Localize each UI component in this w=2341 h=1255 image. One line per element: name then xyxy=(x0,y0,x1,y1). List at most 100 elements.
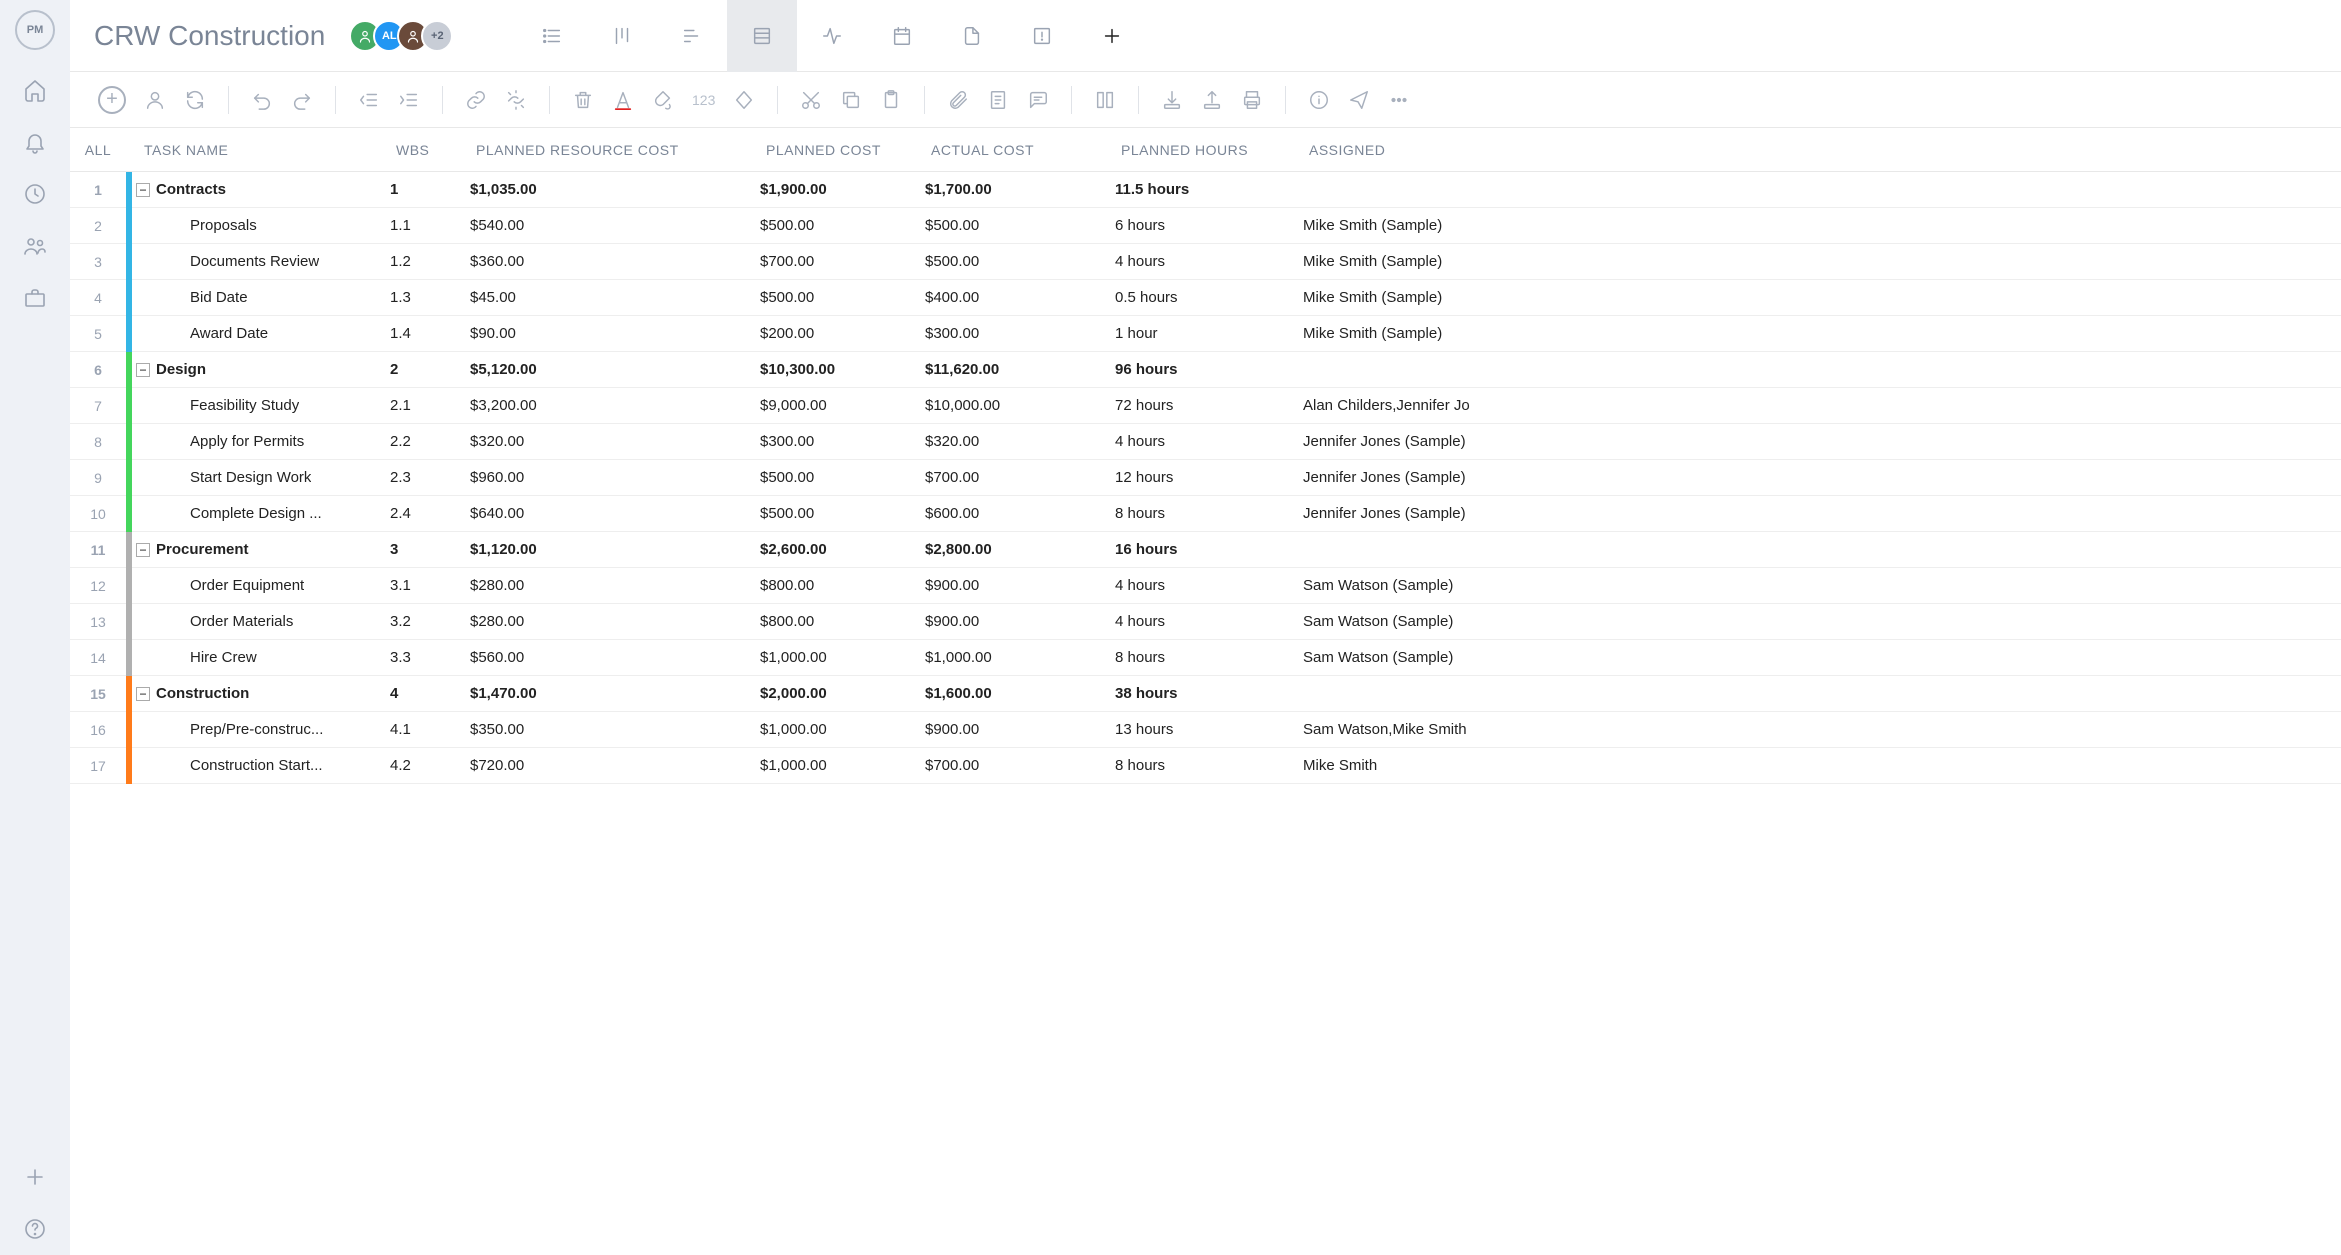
board-view-tab[interactable] xyxy=(587,0,657,72)
task-name-cell[interactable]: Order Equipment xyxy=(132,577,390,594)
info-icon[interactable] xyxy=(1308,89,1330,111)
row-number[interactable]: 3 xyxy=(70,254,126,270)
cut-icon[interactable] xyxy=(800,89,822,111)
cell-assigned[interactable]: Jennifer Jones (Sample) xyxy=(1299,469,2341,486)
task-row[interactable]: 15−Construction4$1,470.00$2,000.00$1,600… xyxy=(70,676,2341,712)
cell-ac[interactable]: $600.00 xyxy=(925,505,1115,522)
cell-pc[interactable]: $800.00 xyxy=(760,613,925,630)
cell-ph[interactable]: 0.5 hours xyxy=(1115,289,1299,306)
cell-ph[interactable]: 11.5 hours xyxy=(1115,181,1299,198)
col-task-name[interactable]: TASK NAME xyxy=(132,142,396,158)
files-view-tab[interactable] xyxy=(937,0,1007,72)
cell-ph[interactable]: 96 hours xyxy=(1115,361,1299,378)
cell-pc[interactable]: $200.00 xyxy=(760,325,925,342)
cell-wbs[interactable]: 1.3 xyxy=(390,289,470,306)
cell-ac[interactable]: $900.00 xyxy=(925,721,1115,738)
cell-ac[interactable]: $1,000.00 xyxy=(925,649,1115,666)
task-name-cell[interactable]: Start Design Work xyxy=(132,469,390,486)
people-icon[interactable] xyxy=(23,234,47,258)
home-icon[interactable] xyxy=(23,78,47,102)
cell-ph[interactable]: 72 hours xyxy=(1115,397,1299,414)
row-number[interactable]: 4 xyxy=(70,290,126,306)
row-number[interactable]: 12 xyxy=(70,578,126,594)
task-name-cell[interactable]: Documents Review xyxy=(132,253,390,270)
task-name-cell[interactable]: Bid Date xyxy=(132,289,390,306)
print-icon[interactable] xyxy=(1241,89,1263,111)
cell-pc[interactable]: $1,000.00 xyxy=(760,757,925,774)
cell-wbs[interactable]: 2.3 xyxy=(390,469,470,486)
row-number[interactable]: 10 xyxy=(70,506,126,522)
cell-prc[interactable]: $1,120.00 xyxy=(470,541,760,558)
row-number[interactable]: 15 xyxy=(70,686,126,702)
text-style-icon[interactable] xyxy=(612,89,634,111)
row-number[interactable]: 7 xyxy=(70,398,126,414)
redo-icon[interactable] xyxy=(291,89,313,111)
cell-prc[interactable]: $540.00 xyxy=(470,217,760,234)
row-number[interactable]: 16 xyxy=(70,722,126,738)
row-number[interactable]: 13 xyxy=(70,614,126,630)
numbers-button[interactable]: 123 xyxy=(692,92,715,108)
cell-pc[interactable]: $300.00 xyxy=(760,433,925,450)
cell-wbs[interactable]: 2.4 xyxy=(390,505,470,522)
cell-ph[interactable]: 12 hours xyxy=(1115,469,1299,486)
cell-assigned[interactable]: Jennifer Jones (Sample) xyxy=(1299,505,2341,522)
row-number[interactable]: 17 xyxy=(70,758,126,774)
briefcase-icon[interactable] xyxy=(23,286,47,310)
bell-icon[interactable] xyxy=(23,130,47,154)
cell-prc[interactable]: $320.00 xyxy=(470,433,760,450)
import-icon[interactable] xyxy=(1161,89,1183,111)
row-number[interactable]: 1 xyxy=(70,182,126,198)
col-wbs[interactable]: WBS xyxy=(396,142,476,158)
add-view-tab[interactable] xyxy=(1077,0,1147,72)
task-row[interactable]: 8Apply for Permits2.2$320.00$300.00$320.… xyxy=(70,424,2341,460)
col-planned-cost[interactable]: PLANNED COST xyxy=(766,142,931,158)
cell-ac[interactable]: $700.00 xyxy=(925,469,1115,486)
task-name-cell[interactable]: Hire Crew xyxy=(132,649,390,666)
add-task-button[interactable]: + xyxy=(98,86,126,114)
cell-prc[interactable]: $350.00 xyxy=(470,721,760,738)
row-number[interactable]: 5 xyxy=(70,326,126,342)
list-view-tab[interactable] xyxy=(517,0,587,72)
cell-ac[interactable]: $900.00 xyxy=(925,613,1115,630)
row-number[interactable]: 9 xyxy=(70,470,126,486)
cell-pc[interactable]: $1,000.00 xyxy=(760,649,925,666)
cell-wbs[interactable]: 4.2 xyxy=(390,757,470,774)
cell-prc[interactable]: $960.00 xyxy=(470,469,760,486)
col-actual-cost[interactable]: ACTUAL COST xyxy=(931,142,1121,158)
cell-wbs[interactable]: 2.2 xyxy=(390,433,470,450)
task-name-cell[interactable]: Order Materials xyxy=(132,613,390,630)
avatar-more[interactable]: +2 xyxy=(421,20,453,52)
cell-assigned[interactable]: Sam Watson,Mike Smith xyxy=(1299,721,2341,738)
task-row[interactable]: 12Order Equipment3.1$280.00$800.00$900.0… xyxy=(70,568,2341,604)
comment-icon[interactable] xyxy=(1027,89,1049,111)
cell-wbs[interactable]: 3.3 xyxy=(390,649,470,666)
task-name-cell[interactable]: −Construction xyxy=(132,685,390,702)
cell-ac[interactable]: $700.00 xyxy=(925,757,1115,774)
row-number[interactable]: 2 xyxy=(70,218,126,234)
cell-wbs[interactable]: 3.1 xyxy=(390,577,470,594)
send-icon[interactable] xyxy=(1348,89,1370,111)
cell-ac[interactable]: $10,000.00 xyxy=(925,397,1115,414)
cell-wbs[interactable]: 1.2 xyxy=(390,253,470,270)
cell-prc[interactable]: $720.00 xyxy=(470,757,760,774)
cell-pc[interactable]: $700.00 xyxy=(760,253,925,270)
cell-pc[interactable]: $1,900.00 xyxy=(760,181,925,198)
cell-prc[interactable]: $1,470.00 xyxy=(470,685,760,702)
project-title[interactable]: CRW Construction xyxy=(94,20,325,52)
copy-icon[interactable] xyxy=(840,89,862,111)
clock-icon[interactable] xyxy=(23,182,47,206)
cell-assigned[interactable]: Mike Smith (Sample) xyxy=(1299,325,2341,342)
cell-wbs[interactable]: 1 xyxy=(390,181,470,198)
gantt-view-tab[interactable] xyxy=(657,0,727,72)
task-row[interactable]: 2Proposals1.1$540.00$500.00$500.006 hour… xyxy=(70,208,2341,244)
cell-prc[interactable]: $280.00 xyxy=(470,577,760,594)
expander-icon[interactable]: − xyxy=(136,183,150,197)
cell-ac[interactable]: $2,800.00 xyxy=(925,541,1115,558)
row-number[interactable]: 8 xyxy=(70,434,126,450)
task-row[interactable]: 10Complete Design ...2.4$640.00$500.00$6… xyxy=(70,496,2341,532)
cell-assigned[interactable]: Mike Smith (Sample) xyxy=(1299,217,2341,234)
cell-ac[interactable]: $500.00 xyxy=(925,217,1115,234)
attachment-icon[interactable] xyxy=(947,89,969,111)
indent-icon[interactable] xyxy=(398,89,420,111)
refresh-icon[interactable] xyxy=(184,89,206,111)
